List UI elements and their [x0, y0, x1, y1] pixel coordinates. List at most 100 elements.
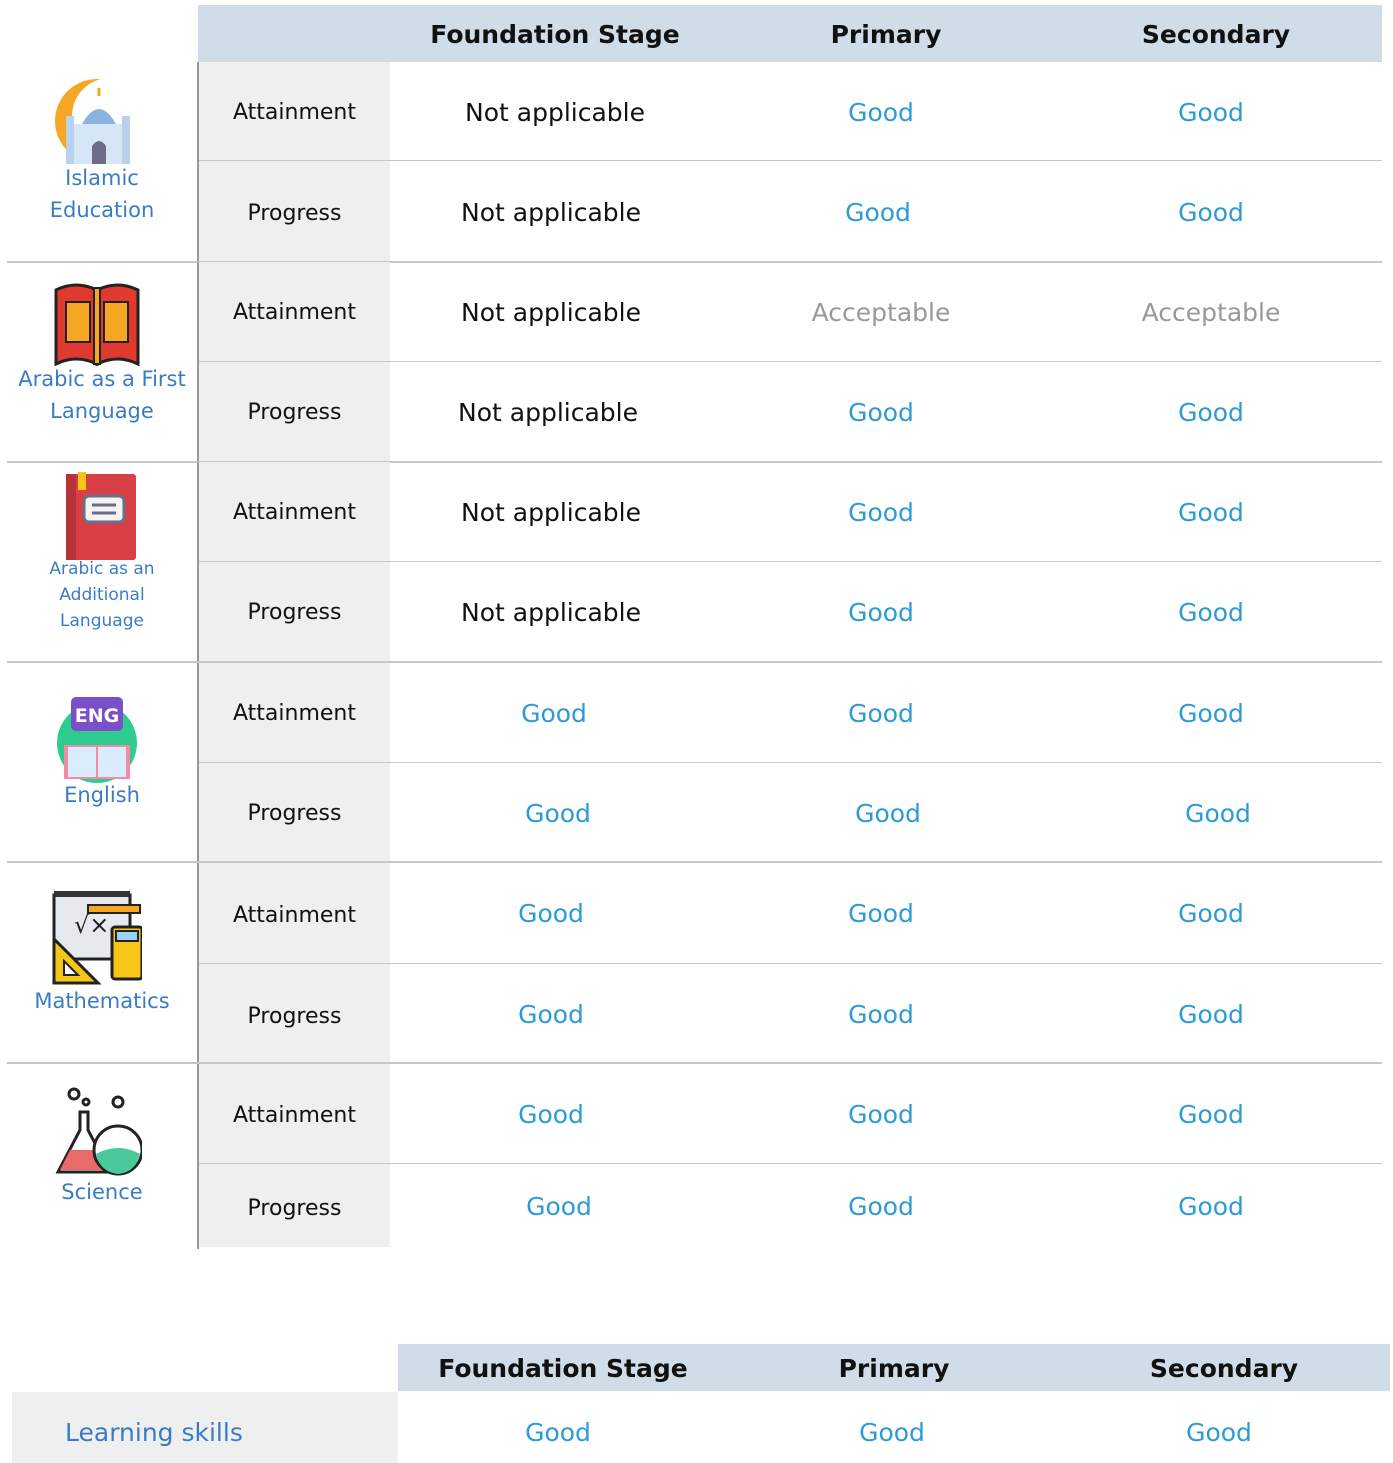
label-attainment-cell: Attainment — [199, 62, 390, 160]
learning-skills-label: Learning skills — [65, 1418, 243, 1447]
label-attainment-cell: Attainment — [199, 863, 390, 963]
label-progress-cell: Progress — [199, 362, 390, 461]
label-attainment-cell: Attainment — [199, 663, 390, 762]
subject-row-science: Science Attainment Progress Good Good Go… — [7, 1064, 1382, 1249]
svg-text:ENG: ENG — [75, 705, 119, 727]
value-cell: Good — [1178, 699, 1244, 728]
value-cell: Good — [525, 799, 591, 828]
value-cell: Good — [848, 699, 914, 728]
value-cell: Good — [526, 1192, 592, 1221]
row-label: Progress — [247, 400, 342, 425]
row-label: Attainment — [233, 903, 356, 928]
value-cell: Good — [848, 1192, 914, 1221]
label-progress-cell: Progress — [199, 161, 390, 261]
red-book-icon — [66, 472, 136, 560]
label-attainment-cell: Attainment — [199, 262, 390, 361]
value-cell: Good — [518, 899, 584, 928]
value-cell: Good — [521, 699, 587, 728]
value-cell: Good — [1178, 1192, 1244, 1221]
subject-name: Arabic as a First Language — [18, 367, 186, 423]
header-secondary: Secondary — [1141, 20, 1291, 49]
value-cell: Acceptable — [811, 298, 951, 327]
subject-name: Islamic Education — [49, 166, 155, 222]
svg-text:√×: √× — [74, 911, 109, 939]
value-cell: Good — [848, 498, 914, 527]
row-label: Attainment — [233, 701, 356, 726]
row-label: Progress — [247, 600, 342, 625]
subject-name: Science — [61, 1180, 143, 1204]
row-label: Attainment — [233, 100, 356, 125]
value-cell: Not applicable — [458, 398, 638, 427]
value-cell: Not applicable — [461, 598, 641, 627]
value-cell: Good — [1178, 598, 1244, 627]
subject-row-english: ENG English Attainment Progress Good Goo… — [7, 663, 1382, 863]
subject-name: English — [64, 783, 140, 807]
label-progress-cell: Progress — [199, 1164, 390, 1247]
value-cell: Good — [848, 598, 914, 627]
subject-row-arabic-first-language: Arabic as a First Language Attainment Pr… — [7, 262, 1382, 463]
table1-header: Foundation Stage Primary Secondary — [198, 5, 1382, 62]
value-cell: Good — [859, 1418, 925, 1447]
value-cell: Good — [1185, 799, 1251, 828]
table2-header: Foundation Stage Primary Secondary — [398, 1344, 1390, 1391]
row-label: Progress — [247, 801, 342, 826]
value-cell: Good — [1178, 1000, 1244, 1029]
value-cell: Good — [1178, 899, 1244, 928]
value-cell: Good — [845, 198, 911, 227]
value-cell: Good — [1178, 398, 1244, 427]
value-cell: Good — [1178, 98, 1244, 127]
subject-cell: Islamic Education — [7, 62, 197, 261]
value-cell: Good — [855, 799, 921, 828]
value-cell: Good — [848, 398, 914, 427]
header-primary: Primary — [830, 20, 942, 49]
subject-name: Mathematics — [34, 989, 170, 1013]
value-cell: Not applicable — [461, 498, 641, 527]
row-label: Progress — [247, 201, 342, 226]
mosque-icon — [55, 78, 142, 164]
open-book-icon — [54, 283, 140, 366]
subject-cell: Science — [7, 1064, 197, 1249]
subject-cell: Arabic as an Additional Language — [7, 462, 197, 661]
subject-cell: ENG English — [7, 663, 197, 861]
row-label: Attainment — [233, 500, 356, 525]
flasks-icon — [55, 1087, 142, 1176]
value-cell: Good — [1178, 198, 1244, 227]
row-label: Progress — [247, 1004, 342, 1029]
label-progress-cell: Progress — [199, 964, 390, 1062]
header-foundation-stage: Foundation Stage — [438, 1354, 688, 1383]
header-primary: Primary — [838, 1354, 950, 1383]
subject-name: Arabic as an Additional Language — [49, 559, 155, 631]
label-progress-cell: Progress — [199, 562, 390, 661]
value-cell: Good — [848, 98, 914, 127]
value-cell: Good — [848, 1000, 914, 1029]
header-secondary: Secondary — [1149, 1354, 1299, 1383]
value-cell: Good — [518, 1100, 584, 1129]
value-cell: Good — [1178, 498, 1244, 527]
value-cell: Good — [518, 1000, 584, 1029]
learning-skills-label-cell: Learning skills — [12, 1392, 398, 1463]
row-label: Progress — [247, 1196, 342, 1221]
value-cell: Not applicable — [461, 298, 641, 327]
value-cell: Not applicable — [465, 98, 645, 127]
subject-row-mathematics: √× Mathematics Attainment Progress Good … — [7, 863, 1382, 1064]
value-cell: Good — [525, 1418, 591, 1447]
label-attainment-cell: Attainment — [199, 1064, 390, 1163]
value-cell: Good — [848, 899, 914, 928]
label-attainment-cell: Attainment — [199, 462, 390, 561]
subject-row-arabic-additional-language: Arabic as an Additional Language Attainm… — [7, 462, 1382, 663]
learning-skills-row: Learning skills Good Good Good — [12, 1392, 1390, 1463]
subject-cell: Arabic as a First Language — [7, 262, 197, 461]
value-cell: Good — [1186, 1418, 1252, 1447]
header-foundation-stage: Foundation Stage — [430, 20, 680, 49]
row-label: Attainment — [233, 1103, 356, 1128]
value-cell: Good — [1178, 1100, 1244, 1129]
eng-speech-book-icon: ENG — [57, 697, 137, 783]
math-board-calculator-icon: √× — [52, 891, 142, 985]
label-progress-cell: Progress — [199, 763, 390, 861]
value-cell: Acceptable — [1141, 298, 1281, 327]
value-cell: Good — [848, 1100, 914, 1129]
subject-cell: √× Mathematics — [7, 863, 197, 1062]
row-label: Attainment — [233, 300, 356, 325]
value-cell: Not applicable — [461, 198, 641, 227]
subject-row-islamic-education: Islamic Education Attainment Progress No… — [7, 62, 1382, 263]
